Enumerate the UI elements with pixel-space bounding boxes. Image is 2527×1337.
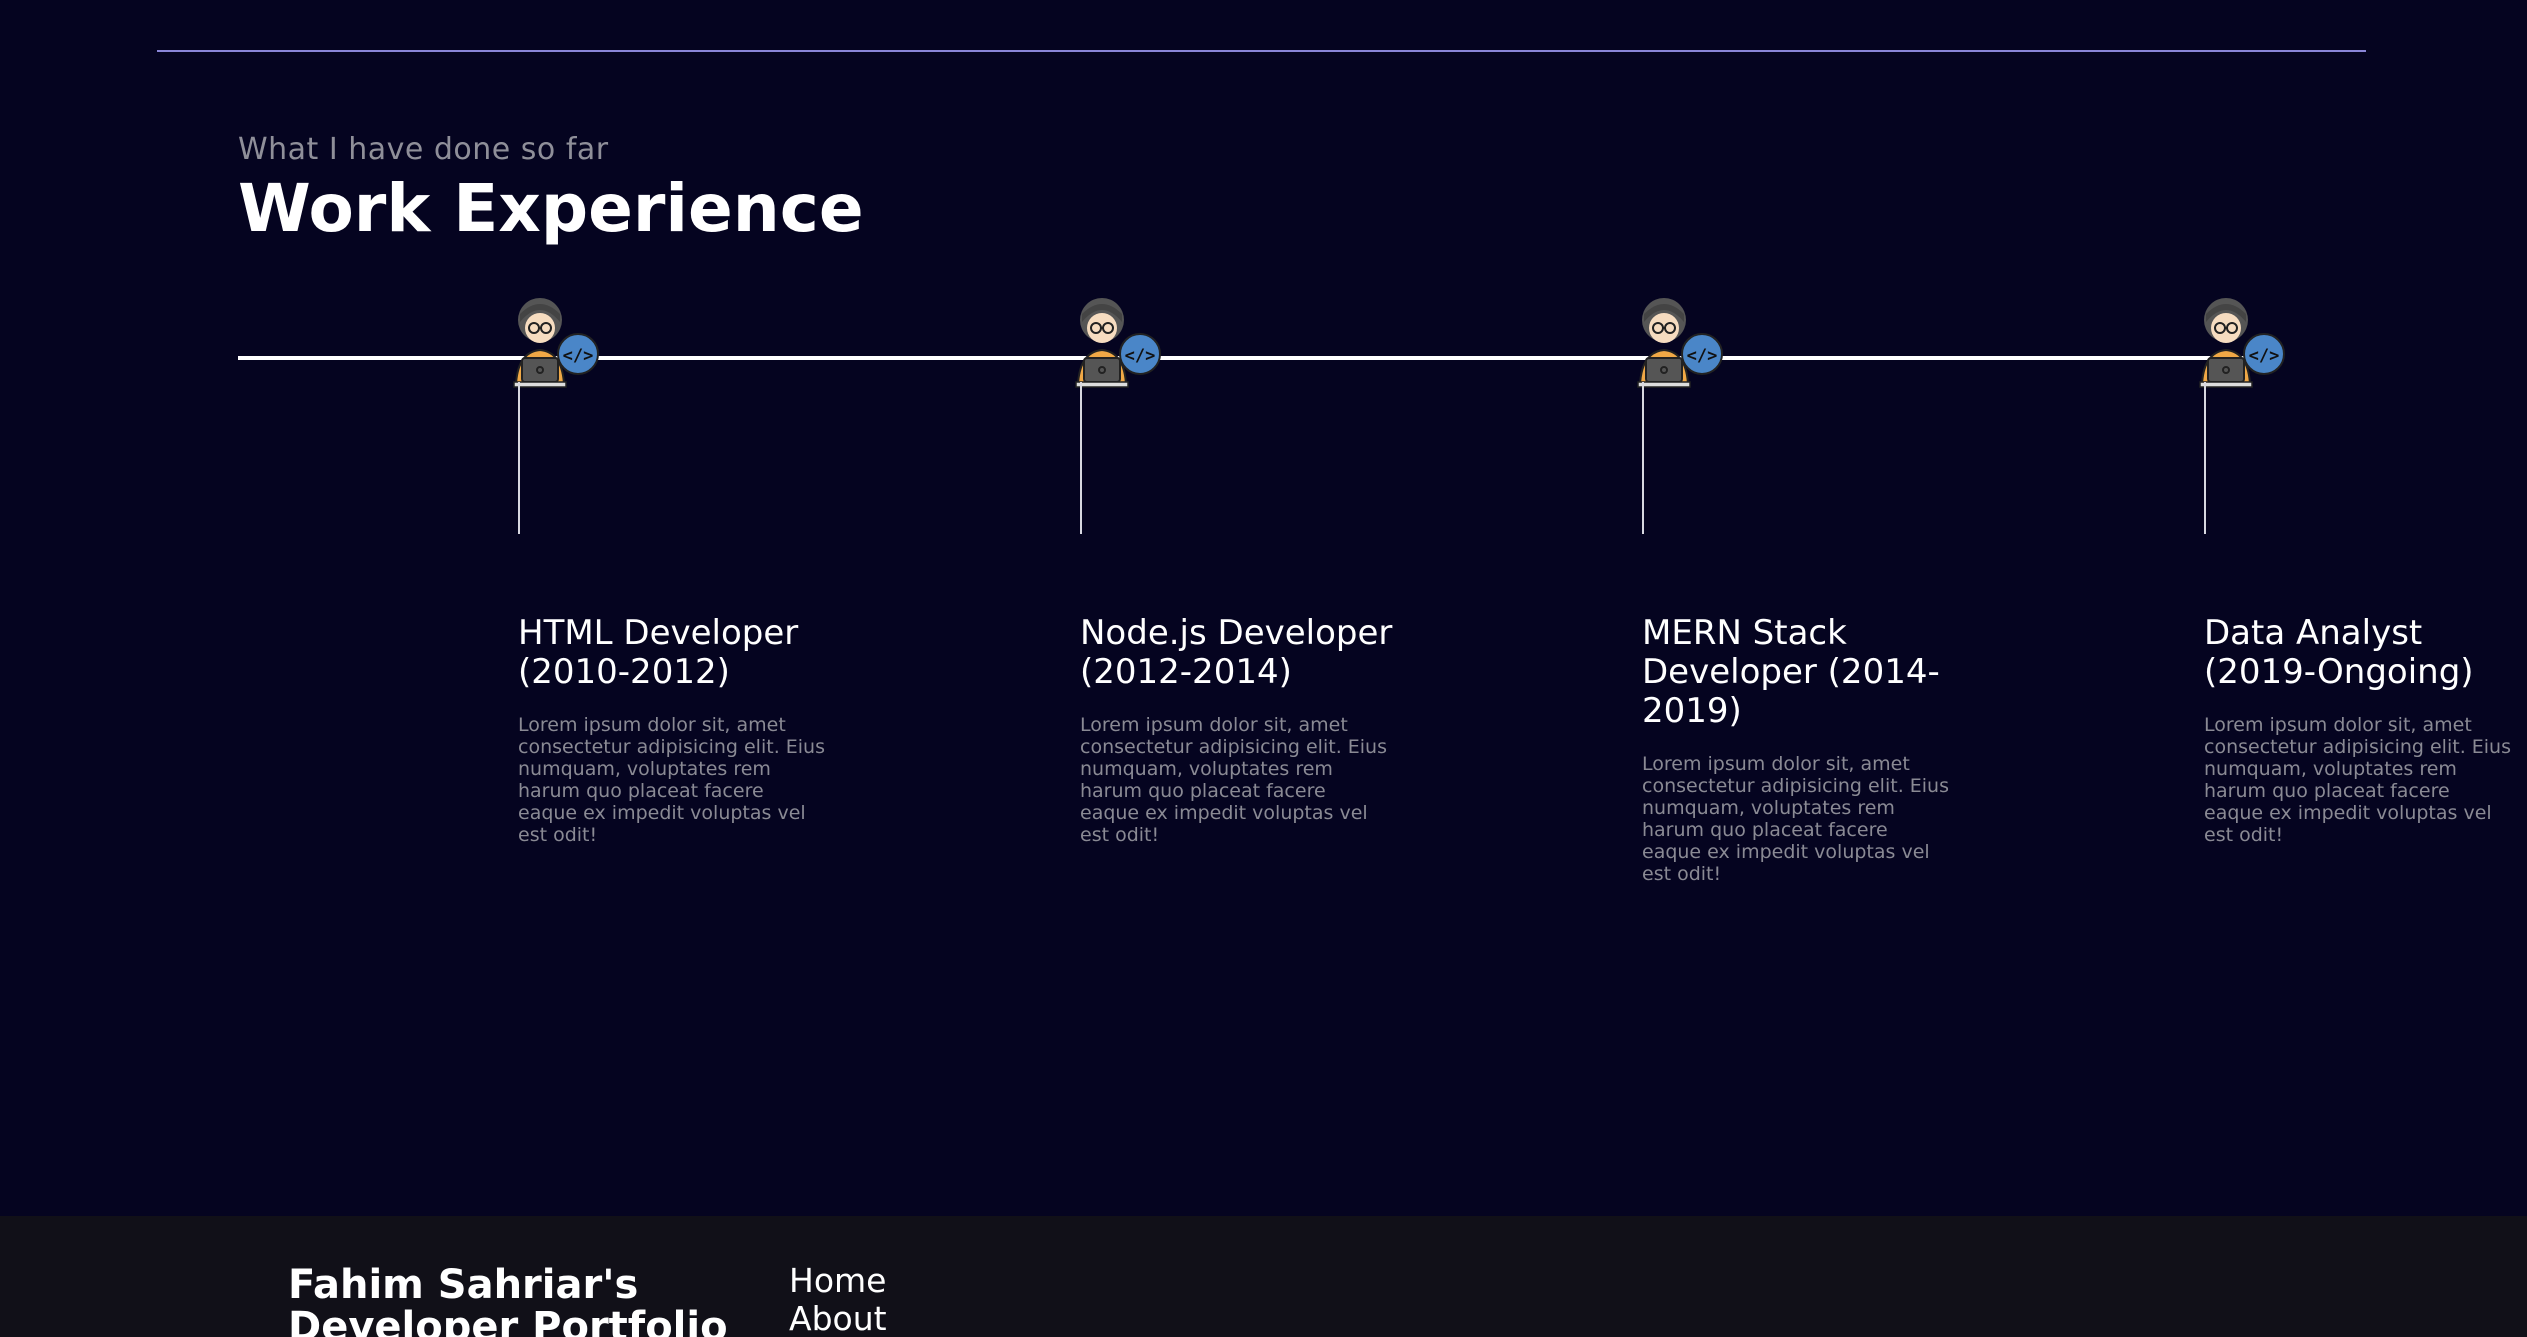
timeline-connector (1080, 382, 1082, 534)
developer-avatar-icon: </> (2184, 292, 2294, 392)
section-subtitle: What I have done so far (238, 132, 609, 167)
footer-link-about[interactable]: About (789, 1300, 887, 1337)
footer-nav: Home About (789, 1262, 887, 1337)
site-footer: Fahim Sahriar's Developer Portfolio Home… (0, 1216, 2527, 1337)
svg-text:</>: </> (2249, 346, 2280, 366)
footer-brand: Fahim Sahriar's Developer Portfolio (288, 1262, 728, 1337)
svg-text:</>: </> (563, 346, 594, 366)
developer-avatar-icon: </> (1060, 292, 1170, 392)
timeline-connector (518, 382, 520, 534)
experience-page: What I have done so far Work Experience … (0, 0, 2527, 1337)
top-divider (157, 50, 2366, 52)
footer-link-home[interactable]: Home (789, 1262, 887, 1300)
developer-avatar-icon: </> (1622, 292, 1732, 392)
job-title: HTML Developer (2010-2012) (518, 613, 799, 692)
developer-avatar-icon: </> (498, 292, 608, 392)
job-description: Lorem ipsum dolor sit, amet consectetur … (1642, 753, 1949, 885)
job-title: Node.js Developer (2012-2014) (1080, 613, 1393, 692)
job-title: Data Analyst (2019-Ongoing) (2204, 613, 2474, 692)
timeline-connector (1642, 382, 1644, 534)
svg-text:</>: </> (1687, 346, 1718, 366)
svg-text:</>: </> (1125, 346, 1156, 366)
job-description: Lorem ipsum dolor sit, amet consectetur … (518, 714, 825, 846)
job-description: Lorem ipsum dolor sit, amet consectetur … (2204, 714, 2511, 846)
job-description: Lorem ipsum dolor sit, amet consectetur … (1080, 714, 1387, 846)
timeline-connector (2204, 382, 2206, 534)
section-heading: Work Experience (238, 170, 864, 247)
job-title: MERN Stack Developer (2014-2019) (1642, 613, 1940, 731)
